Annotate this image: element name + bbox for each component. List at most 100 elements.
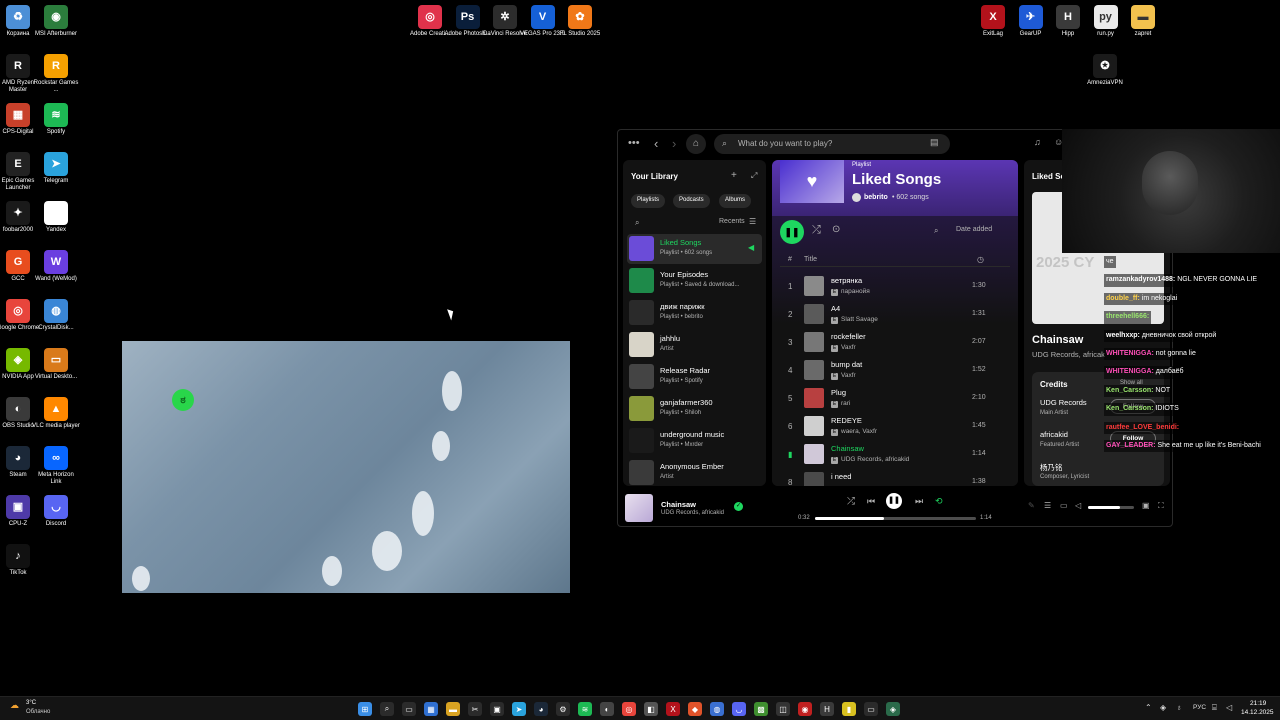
language-indicator[interactable]: РУС <box>1193 704 1206 711</box>
library-item[interactable]: ganjafarmer360 Playlist • Shiloh <box>627 394 762 424</box>
chip-albums[interactable]: Albums <box>719 194 752 208</box>
back-arrow-icon[interactable]: ‹ <box>654 136 658 151</box>
add-icon[interactable]: + <box>731 170 737 181</box>
volume-slider[interactable] <box>1088 506 1134 509</box>
track-row[interactable]: 3 rockefeller E Vaxfr 2:07 <box>772 329 1018 357</box>
home-icon[interactable]: ⌂ <box>686 134 706 154</box>
connect-device-icon[interactable]: ▭ <box>1060 501 1068 510</box>
discord-taskbar-icon[interactable]: ◡ <box>732 702 746 716</box>
track-title[interactable]: i need <box>831 472 851 481</box>
player-cover[interactable] <box>625 494 653 522</box>
credit-name[interactable]: UDG Records <box>1040 398 1087 407</box>
saved-check-icon[interactable]: ✓ <box>734 502 743 511</box>
track-row[interactable]: 2 A4 E Slatt Savage 1:31 <box>772 301 1018 329</box>
settings-icon[interactable]: ⚙ <box>556 702 570 716</box>
panel-track-artists[interactable]: UDG Records, africak <box>1032 350 1105 359</box>
track-artist[interactable]: E Vaxfr <box>831 372 856 380</box>
track-row[interactable]: 6 REDEYE Ewaera, Vaxfr 1:45 <box>772 413 1018 441</box>
lyrics-icon[interactable]: ✎ <box>1028 501 1035 510</box>
desktop-icon[interactable]: ∞ Meta Horizon Link <box>32 446 80 486</box>
track-artist-name[interactable]: паранойя <box>841 288 870 295</box>
credit-name[interactable]: africakid <box>1040 430 1068 439</box>
list-view-icon[interactable]: ☰ <box>749 217 756 226</box>
app4-taskbar-icon[interactable]: ◉ <box>798 702 812 716</box>
terminal-taskbar-icon[interactable]: ▭ <box>864 702 878 716</box>
track-title[interactable]: Plug <box>831 388 846 397</box>
library-sort[interactable]: Recents <box>719 218 745 225</box>
download-icon[interactable]: ⊙ <box>832 224 840 235</box>
track-artist[interactable]: E Slatt Savage <box>831 316 878 324</box>
track-title[interactable]: bump dat <box>831 360 862 369</box>
desktop-icon[interactable]: ➤ Telegram <box>32 152 80 185</box>
desktop-icon[interactable]: ♪ TikTok <box>0 544 42 577</box>
microphone-icon[interactable]: ♁ <box>1176 703 1182 712</box>
desktop-icon[interactable]: W Wand (WeMod) <box>32 250 80 283</box>
minecraft-taskbar-icon[interactable]: ▩ <box>754 702 768 716</box>
desktop-icon[interactable]: ◡ Discord <box>32 495 80 528</box>
track-title[interactable]: REDEYE <box>831 416 862 425</box>
chip-playlists[interactable]: Playlists <box>631 194 666 208</box>
track-title[interactable]: A4 <box>831 304 840 313</box>
track-artist[interactable]: Erari <box>831 400 850 408</box>
queue-icon[interactable]: ☰ <box>1044 501 1051 510</box>
next-icon[interactable]: ⏭ <box>915 496 923 507</box>
steam-taskbar-icon[interactable]: ◕ <box>534 702 548 716</box>
repeat-icon[interactable]: ⟲ <box>935 496 943 507</box>
pause-button[interactable]: ❚❚ <box>780 220 804 244</box>
telegram-taskbar-icon[interactable]: ➤ <box>512 702 526 716</box>
library-item[interactable]: Your Episodes Playlist • Saved & download… <box>627 266 762 296</box>
expand-icon[interactable]: ⤢ <box>751 171 757 181</box>
track-artist-name[interactable]: Vaxfr <box>841 372 856 379</box>
library-search-icon[interactable]: ⌕ <box>635 218 639 228</box>
volume-icon[interactable]: ◁ <box>1075 501 1081 510</box>
browse-icon[interactable]: ▤ <box>930 137 939 148</box>
library-item[interactable]: движ парижк Playlist • bebrito <box>627 298 762 328</box>
exitlag-taskbar-icon[interactable]: X <box>666 702 680 716</box>
forward-arrow-icon[interactable]: › <box>672 136 676 151</box>
start-icon[interactable]: ⊞ <box>358 702 372 716</box>
desktop-icon[interactable]: ✿ FL Studio 2025 <box>556 5 604 38</box>
track-artist-name[interactable]: rari <box>841 400 850 407</box>
fullscreen-icon[interactable]: ⛶ <box>1158 501 1164 511</box>
desktop-icon[interactable]: ▬ zapret <box>1119 5 1167 38</box>
snipping-icon[interactable]: ✂ <box>468 702 482 716</box>
player-pause-button[interactable]: ❚❚ <box>886 493 902 509</box>
panel-track-title[interactable]: Chainsaw <box>1032 334 1083 346</box>
track-artist-name[interactable]: Slatt Savage <box>841 316 878 323</box>
track-title[interactable]: ветрянка <box>831 276 862 285</box>
search-input[interactable]: ⌕ What do you want to play? <box>714 134 950 154</box>
miniplayer-icon[interactable]: ▣ <box>1142 501 1150 510</box>
player-track-title[interactable]: Chainsaw <box>661 500 696 509</box>
previous-icon[interactable]: ⏮ <box>867 496 875 507</box>
menu-dots-icon[interactable]: ••• <box>628 137 640 149</box>
library-item[interactable]: underground music Playlist • Mxrder <box>627 426 762 456</box>
sort-date-added[interactable]: Date added <box>956 226 992 233</box>
player-shuffle-icon[interactable]: ⤮ <box>847 496 855 507</box>
chrome-taskbar-icon[interactable]: ◎ <box>622 702 636 716</box>
app5-taskbar-icon[interactable]: ◈ <box>886 702 900 716</box>
desktop-icon[interactable]: ◉ MSI Afterburner <box>32 5 80 38</box>
credit-name[interactable]: 杨乃铭 <box>1040 462 1063 473</box>
track-row[interactable]: 4 bump dat E Vaxfr 1:52 <box>772 357 1018 385</box>
tray-chevron-icon[interactable]: ⌃ <box>1145 703 1152 712</box>
desktop-icon[interactable]: ✪ AmneziaVPN <box>1081 54 1129 87</box>
brave-taskbar-icon[interactable]: ◆ <box>688 702 702 716</box>
library-item[interactable]: jahhlu Artist <box>627 330 762 360</box>
store-icon[interactable]: ▣ <box>490 702 504 716</box>
desktop-icon[interactable]: ◍ CrystalDisk... <box>32 299 80 332</box>
desktop-icon[interactable]: ▲ VLC media player <box>32 397 80 430</box>
progress-bar[interactable] <box>815 517 976 520</box>
clock-date[interactable]: 14.12.2025 <box>1241 709 1274 716</box>
track-title[interactable]: rockefeller <box>831 332 866 341</box>
track-artist[interactable]: Eпаранойя <box>831 288 870 296</box>
shuffle-icon[interactable]: ⤮ <box>812 224 821 237</box>
track-artist[interactable]: E UDG Records, africakid <box>831 456 909 464</box>
bell-icon[interactable]: ♫ <box>1034 137 1041 147</box>
track-row[interactable]: 5 Plug Erari 2:10 <box>772 385 1018 413</box>
track-artist[interactable]: E Vaxfr <box>831 344 856 352</box>
track-artist[interactable]: Ewaera, Vaxfr <box>831 428 877 436</box>
video-preview[interactable]: ಠ <box>122 341 570 593</box>
speaker-icon[interactable]: ◁ <box>1226 703 1232 712</box>
search-icon[interactable]: ⌕ <box>380 702 394 716</box>
track-row[interactable]: 1 ветрянка Eпаранойя 1:30 <box>772 273 1018 301</box>
